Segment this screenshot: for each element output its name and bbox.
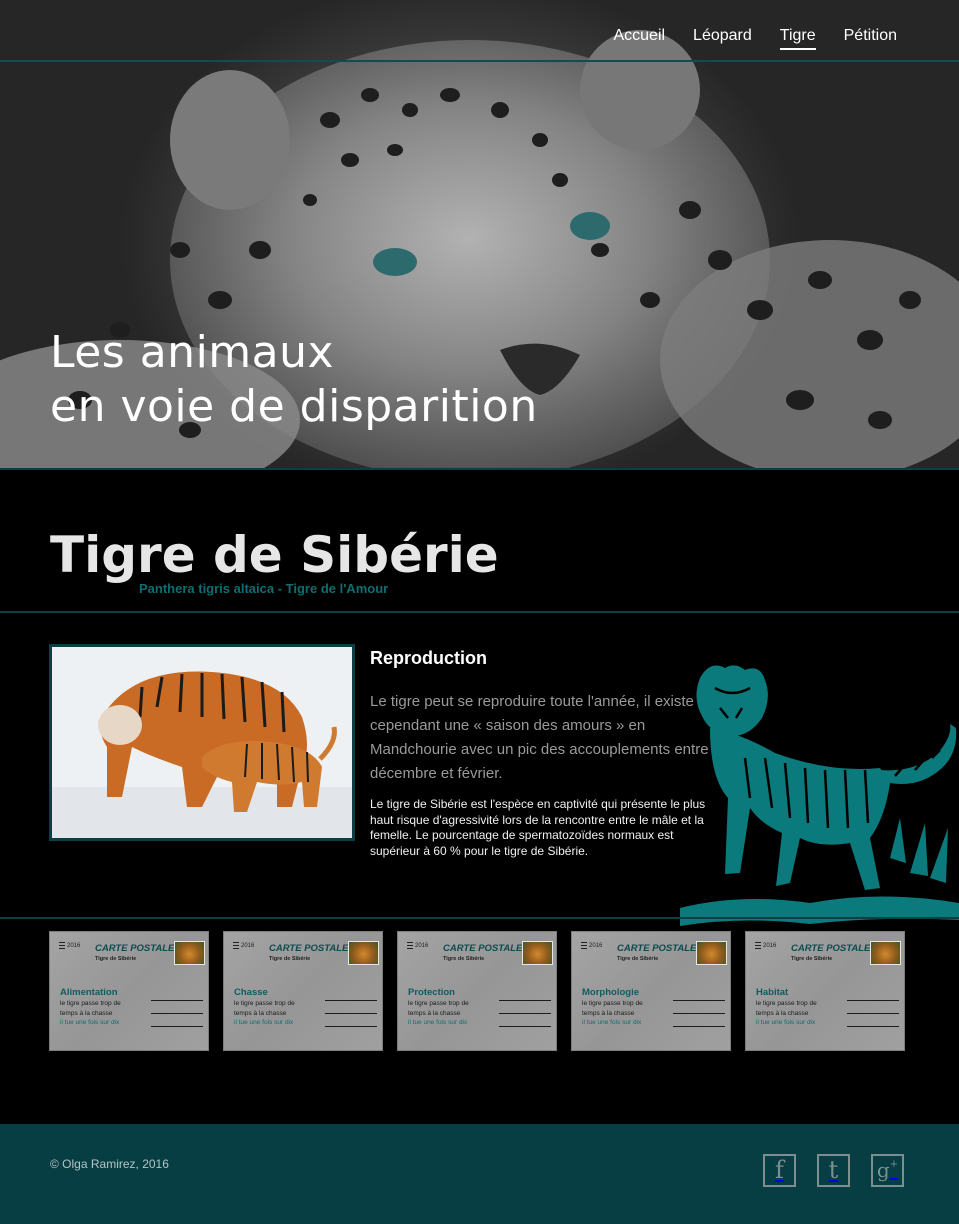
postcard-text: le tigre passe trop de temps à la chasse xyxy=(582,1000,643,1017)
google-plus-glyph: g+ xyxy=(873,1156,902,1185)
section-subtitle: Panthera tigris altaica - Tigre de l'Amo… xyxy=(139,581,389,596)
section-title: Tigre de Sibérie xyxy=(50,526,499,584)
footer: © Olga Ramirez, 2016 f t g+ xyxy=(0,1124,959,1224)
content-lead: Le tigre peut se reproduire toute l'anné… xyxy=(370,693,709,782)
postcard-text: le tigre passe trop de temps à la chasse xyxy=(60,1000,121,1017)
hero-title-line1: Les animaux xyxy=(50,327,335,378)
postcard-morphologie[interactable]: 2016 CARTE POSTALE Tigre de Sibérie Morp… xyxy=(571,931,731,1051)
postcard-year: 2016 xyxy=(241,943,255,949)
copyright-text: © Olga Ramirez, 2016 xyxy=(50,1157,169,1171)
postcard-title: CARTE POSTALE xyxy=(269,943,349,954)
menu-icon xyxy=(233,942,239,949)
tiger-stamp-icon xyxy=(870,941,901,965)
postcard-subtitle: Tigre de Sibérie xyxy=(617,956,659,962)
address-lines xyxy=(499,1000,551,1039)
tumblr-icon[interactable]: t xyxy=(817,1154,850,1187)
postcard-topic: Habitat xyxy=(756,987,789,998)
postcard-note: il tue une fois sur dix xyxy=(408,1019,468,1026)
postcard-title: CARTE POSTALE xyxy=(617,943,697,954)
content-body: Le tigre de Sibérie est l'espèce en capt… xyxy=(370,797,706,858)
postcard-text: le tigre passe trop de temps à la chasse xyxy=(756,1000,817,1017)
postcard-subtitle: Tigre de Sibérie xyxy=(269,956,311,962)
postcard-topic: Chasse xyxy=(234,987,268,998)
address-lines xyxy=(847,1000,899,1039)
main-nav: Accueil Léopard Tigre Pétition xyxy=(613,27,897,50)
facebook-icon[interactable]: f xyxy=(763,1154,796,1187)
google-plus-letter: g xyxy=(876,1158,890,1182)
postcard-topic: Morphologie xyxy=(582,987,639,998)
address-lines xyxy=(151,1000,203,1039)
hero-title: Les animaux en voie de disparition xyxy=(50,326,538,434)
postcard-subtitle: Tigre de Sibérie xyxy=(443,956,485,962)
postcard-note: il tue une fois sur dix xyxy=(234,1019,294,1026)
postcard-habitat[interactable]: 2016 CARTE POSTALE Tigre de Sibérie Habi… xyxy=(745,931,905,1051)
tiger-photo xyxy=(49,644,355,841)
hero-title-line2: en voie de disparition xyxy=(50,381,538,432)
tiger-cub-image xyxy=(52,647,352,838)
tiger-stamp-icon xyxy=(174,941,205,965)
nav-item-tigre[interactable]: Tigre xyxy=(779,27,816,50)
postcard-topic: Alimentation xyxy=(60,987,118,998)
menu-icon xyxy=(407,942,413,949)
nav-item-petition[interactable]: Pétition xyxy=(844,27,897,50)
plus-sign: + xyxy=(889,1159,899,1170)
postcard-topic: Protection xyxy=(408,987,455,998)
postcard-year: 2016 xyxy=(67,943,81,949)
postcard-title: CARTE POSTALE xyxy=(443,943,523,954)
hero-banner: Accueil Léopard Tigre Pétition Les anima… xyxy=(0,0,959,470)
postcard-chasse[interactable]: 2016 CARTE POSTALE Tigre de Sibérie Chas… xyxy=(223,931,383,1051)
postcard-year: 2016 xyxy=(589,943,603,949)
postcard-subtitle: Tigre de Sibérie xyxy=(791,956,833,962)
postcard-year: 2016 xyxy=(763,943,777,949)
address-lines xyxy=(673,1000,725,1039)
postcard-alimentation[interactable]: 2016 CARTE POSTALE Tigre de Sibérie Alim… xyxy=(49,931,209,1051)
postcard-text: le tigre passe trop de temps à la chasse xyxy=(408,1000,469,1017)
hero-divider xyxy=(0,468,959,470)
postcard-protection[interactable]: 2016 CARTE POSTALE Tigre de Sibérie Prot… xyxy=(397,931,557,1051)
tumblr-glyph: t xyxy=(828,1156,839,1184)
postcard-note: il tue une fois sur dix xyxy=(60,1019,120,1026)
postcard-note: il tue une fois sur dix xyxy=(756,1019,816,1026)
menu-icon xyxy=(59,942,65,949)
menu-icon xyxy=(581,942,587,949)
nav-underline xyxy=(0,60,959,62)
nav-item-accueil[interactable]: Accueil xyxy=(613,27,665,50)
postcard-text: le tigre passe trop de temps à la chasse xyxy=(234,1000,295,1017)
tiger-stamp-icon xyxy=(696,941,727,965)
postcard-subtitle: Tigre de Sibérie xyxy=(95,956,137,962)
menu-icon xyxy=(755,942,761,949)
tiger-stamp-icon xyxy=(522,941,553,965)
postcard-list: 2016 CARTE POSTALE Tigre de Sibérie Alim… xyxy=(49,931,905,1051)
nav-item-leopard[interactable]: Léopard xyxy=(693,27,752,50)
postcard-note: il tue une fois sur dix xyxy=(582,1019,642,1026)
google-plus-icon[interactable]: g+ xyxy=(871,1154,904,1187)
content-heading: Reproduction xyxy=(370,648,487,668)
postcard-title: CARTE POSTALE xyxy=(95,943,175,954)
tiger-stamp-icon xyxy=(348,941,379,965)
postcard-year: 2016 xyxy=(415,943,429,949)
facebook-glyph: f xyxy=(775,1156,784,1184)
cards-divider xyxy=(0,917,959,919)
address-lines xyxy=(325,1000,377,1039)
tiger-illustration xyxy=(680,665,959,926)
section-divider xyxy=(0,611,959,613)
postcard-title: CARTE POSTALE xyxy=(791,943,871,954)
